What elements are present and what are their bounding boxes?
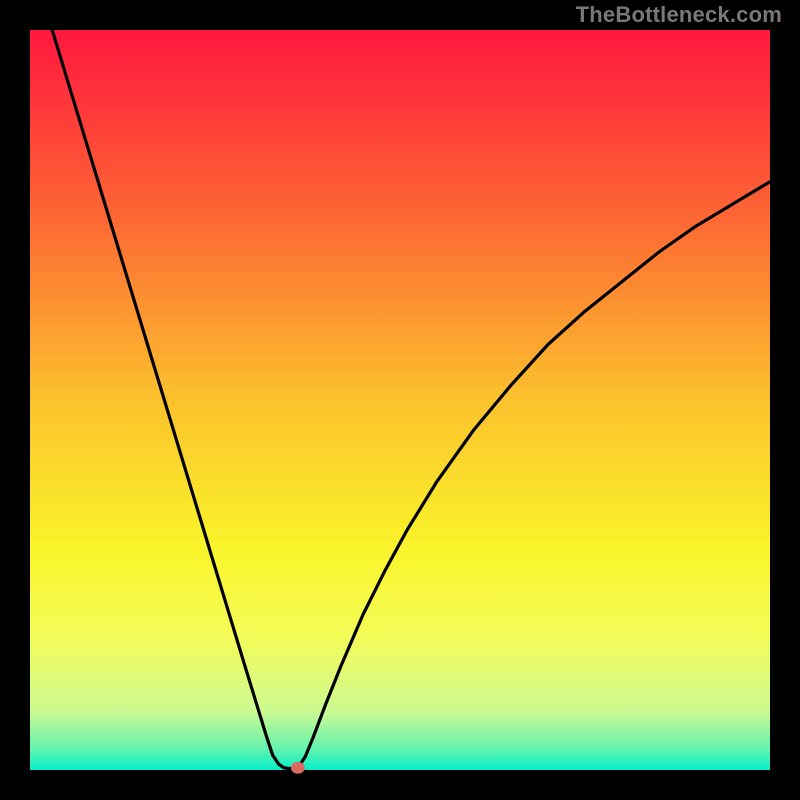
plot-background <box>30 30 770 770</box>
chart-container: TheBottleneck.com <box>0 0 800 800</box>
optimal-point-marker <box>291 762 305 774</box>
bottleneck-chart <box>0 0 800 800</box>
watermark-text: TheBottleneck.com <box>576 2 782 28</box>
